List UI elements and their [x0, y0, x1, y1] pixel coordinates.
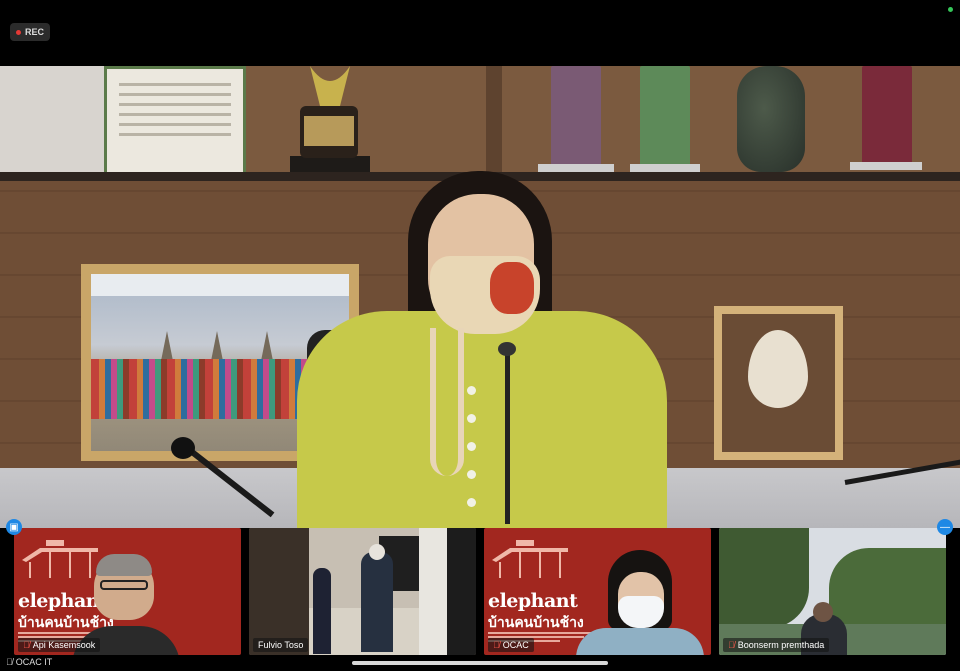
vase: [737, 66, 805, 172]
participant-name: OCAC: [502, 640, 529, 650]
glasses-icon: [100, 580, 148, 590]
award-plaque: [862, 66, 912, 166]
participant-person: [313, 568, 331, 654]
participant-tile[interactable]: Fulvio Toso: [249, 528, 476, 655]
participant-person: [361, 552, 393, 652]
top-bar: REC: [0, 0, 960, 66]
mic-muted-icon: 🎙̸: [728, 640, 735, 650]
house-logo-icon: [492, 540, 568, 578]
participant-name: Fulvio Toso: [258, 640, 304, 650]
shelf-divider: [486, 66, 502, 176]
participant-tile[interactable]: 🎙̸ Boonserm premthada: [719, 528, 946, 655]
speaker-body: [297, 311, 667, 528]
mic-muted-icon: 🎙̸: [23, 640, 30, 650]
home-indicator[interactable]: [352, 661, 608, 665]
house-logo-icon: [22, 540, 98, 578]
shelf-left-panel: [0, 66, 105, 176]
connection-status-icon: [948, 7, 953, 12]
elephant-title: elephant: [488, 590, 578, 612]
active-speaker-video[interactable]: [0, 66, 960, 528]
framed-leaf-emblem: [714, 306, 843, 460]
record-dot-icon: [15, 29, 21, 35]
participant-name: Boonserm premthada: [737, 640, 825, 650]
lanyard: [430, 328, 464, 476]
self-view-label: 🎙̸ OCAC IT: [6, 657, 52, 667]
participant-tile[interactable]: elephant บ้านคนบ้านช้าง 🎙̸ OCAC: [484, 528, 711, 655]
award-plaque: [640, 66, 690, 166]
participant-name-tag: 🎙̸ Api Kasemsook: [18, 638, 101, 652]
rec-label: REC: [24, 27, 44, 37]
more-options-icon[interactable]: —: [937, 519, 953, 535]
certificate-frame: [104, 66, 246, 176]
microphone-icon: [171, 437, 195, 459]
award-plaque: [551, 66, 601, 166]
participant-tile[interactable]: elephant บ้านคนบ้านช้าง 🎙̸ Api Kasemsook: [14, 528, 241, 655]
gallery-view-icon[interactable]: ▣: [6, 519, 22, 535]
trophy-icon: [290, 66, 370, 176]
participant-name-tag: 🎙̸ OCAC: [488, 638, 534, 652]
recording-indicator[interactable]: REC: [10, 23, 50, 41]
participant-name: Api Kasemsook: [32, 640, 96, 650]
video-call-window: REC elephant บ้านคนบ้านช้าง 🎙̸ Api Kasem…: [0, 0, 960, 671]
participant-name-tag: 🎙̸ Boonserm premthada: [723, 638, 830, 652]
desk-microphone-icon: [498, 342, 516, 356]
mic-muted-icon: 🎙̸: [6, 657, 13, 667]
mic-muted-icon: 🎙̸: [493, 640, 500, 650]
self-name: OCAC IT: [15, 657, 53, 667]
participant-name-tag: Fulvio Toso: [253, 638, 309, 652]
